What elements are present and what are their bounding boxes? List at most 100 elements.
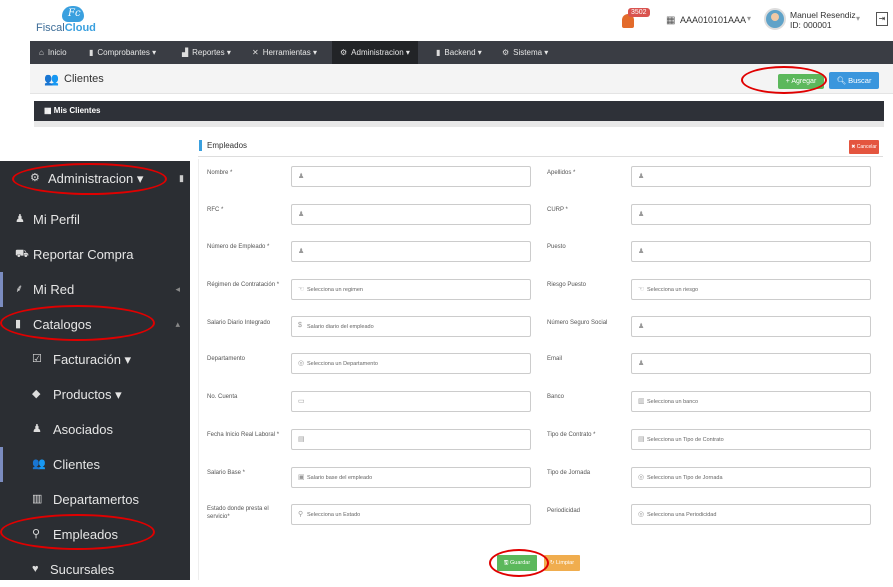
book-icon: ▮ xyxy=(179,173,184,183)
sidebar-item-sucursales[interactable]: ♥ Sucursales xyxy=(0,552,190,587)
regimen-label: Régimen de Contratación * xyxy=(207,282,280,288)
tipo-contrato-select[interactable]: ▤ Selecciona un Tipo de Contrato xyxy=(631,429,871,450)
user-icon: ♟ xyxy=(32,423,42,435)
gears-icon: ⚙ xyxy=(502,48,510,57)
salario-base-field[interactable]: ▣ Salario base del empleado xyxy=(291,467,531,488)
pointer-icon: ☜ xyxy=(638,286,645,293)
nav-item-reportes[interactable]: ▟ Reportes ▾ xyxy=(182,41,231,64)
user-menu[interactable]: Manuel Resendiz ID: 000001 xyxy=(790,10,856,30)
tools-icon: ✕ xyxy=(252,48,259,57)
page-title: Clientes xyxy=(64,73,104,85)
numero-empleado-field[interactable]: ♟ xyxy=(291,241,531,262)
user-icon: ♟ xyxy=(638,211,645,218)
estado-select[interactable]: ⚲ Selecciona un Estado xyxy=(291,504,531,525)
departamento-select[interactable]: ◎ Selecciona un Departamento xyxy=(291,353,531,374)
sidebar-item-mi-perfil[interactable]: ♟ Mi Perfil xyxy=(0,202,190,237)
riesgo-puesto-select[interactable]: ☜ Selecciona un riesgo xyxy=(631,279,871,300)
logout-icon[interactable]: ⇥ xyxy=(876,12,888,26)
sidebar-item-catalogos[interactable]: ▮ Catalogos ▴ xyxy=(0,307,190,342)
cogs-icon: ⚙ xyxy=(30,172,40,184)
nav-item-inicio[interactable]: ⌂ Inicio xyxy=(39,41,67,64)
numero-empleado-label: Número de Empleado * xyxy=(207,244,270,250)
doc-icon: ▤ xyxy=(638,436,645,443)
table-icon: ▦ xyxy=(44,106,54,115)
curp-field[interactable]: ♟ xyxy=(631,204,871,225)
user-icon: ♟ xyxy=(298,248,305,255)
nav-item-comprobantes[interactable]: ▮ Comprobantes ▾ xyxy=(89,41,156,64)
guardar-button[interactable]: 🖫 Guardar xyxy=(497,555,537,571)
fecha-inicio-label: Fecha Inicio Real Laboral * xyxy=(207,432,280,438)
user-icon: ♟ xyxy=(298,173,305,180)
fecha-inicio-field[interactable]: ▤ xyxy=(291,429,531,450)
apellidos-label: Apellidos * xyxy=(547,170,576,176)
chart-icon: ▟ xyxy=(182,48,189,57)
mis-clientes-panel-header: ▦ Mis Clientes xyxy=(34,101,884,121)
nombre-label: Nombre * xyxy=(207,170,233,176)
curp-label: CURP * xyxy=(547,207,568,213)
sidebar-item-clientes[interactable]: 👥 Clientes xyxy=(0,447,190,482)
empleados-form: Nombre * ♟ RFC * ♟ Número de Empleado * … xyxy=(198,159,883,580)
no-cuenta-field[interactable]: ▭ xyxy=(291,391,531,412)
sidebar-item-facturacion[interactable]: ☑ Facturación ▾ xyxy=(0,342,190,377)
banco-select[interactable]: ▥ Selecciona un banco xyxy=(631,391,871,412)
apellidos-field[interactable]: ♟ xyxy=(631,166,871,187)
pointer-icon: ☜ xyxy=(298,286,305,293)
limpiar-button[interactable]: ↻ Limpiar xyxy=(544,555,580,571)
cart-icon: ⛟ xyxy=(15,248,29,260)
fiscalcloud-logo[interactable]: Fc FiscalCloud xyxy=(36,6,116,36)
search-icon: 🔍︎ xyxy=(836,76,849,85)
sidebar-item-mi-red[interactable]: ⸙ Mi Red ◂ xyxy=(0,272,190,307)
tipo-contrato-label: Tipo de Contrato * xyxy=(547,432,596,438)
email-field[interactable]: ♟ xyxy=(631,353,871,374)
bank-icon: ▥ xyxy=(638,398,645,405)
sidebar-item-reportar-compra[interactable]: ⛟ Reportar Compra xyxy=(0,237,190,272)
nss-label: Número Seguro Social xyxy=(547,320,608,326)
rfc-label[interactable]: AAA010101AAA xyxy=(680,15,746,25)
accent-bar xyxy=(199,140,202,151)
user-icon: ♟ xyxy=(638,248,645,255)
nss-field[interactable]: ♟ xyxy=(631,316,871,337)
salario-base-label: Salario Base * xyxy=(207,470,246,476)
cancelar-button[interactable]: ✖ Cancelar xyxy=(849,140,879,154)
sidebar-item-empleados[interactable]: ⚲ Empleados xyxy=(0,517,190,552)
sidebar-item-productos[interactable]: ◆ Productos ▾ xyxy=(0,377,190,412)
empleados-panel-header: Empleados ✖ Cancelar xyxy=(198,137,883,157)
nav-item-herramientas[interactable]: ✕ Herramientas ▾ xyxy=(252,41,317,64)
nav-item-administracion[interactable]: ⚙ Administracion ▾ xyxy=(332,41,418,64)
users-icon: 👥 xyxy=(32,458,46,470)
email-label: Email xyxy=(547,356,563,362)
chevron-down-icon[interactable]: ▾ xyxy=(856,14,860,23)
no-cuenta-label: No. Cuenta xyxy=(207,394,238,400)
tipo-jornada-select[interactable]: ◎ Selecciona un Tipo de Jornada xyxy=(631,467,871,488)
sidebar: ⚙ Administracion ▾ ▮ ♟ Mi Perfil ⛟ Repor… xyxy=(0,161,190,580)
invoice-icon: ☑ xyxy=(32,353,42,365)
nav-item-sistema[interactable]: ⚙ Sistema ▾ xyxy=(502,41,548,64)
page-header: 👥 Clientes + Agregar 🔍︎ Buscar xyxy=(30,64,893,94)
users-icon: 👥 xyxy=(44,72,59,86)
riesgo-puesto-label: Riesgo Puesto xyxy=(547,282,587,288)
nav-item-backend[interactable]: ▮ Backend ▾ xyxy=(436,41,482,64)
network-icon: ⸙ xyxy=(15,283,24,295)
puesto-field[interactable]: ♟ xyxy=(631,241,871,262)
regimen-select[interactable]: ☜ Selecciona un regimen xyxy=(291,279,531,300)
sidebar-item-asociados[interactable]: ♟ Asociados xyxy=(0,412,190,447)
building-icon: ▥ xyxy=(32,493,43,505)
circle-icon: ◎ xyxy=(298,360,305,367)
circle-icon: ◎ xyxy=(638,511,645,518)
notification-badge: 3502 xyxy=(628,8,650,17)
sidebar-item-departamentos[interactable]: ▥ Departamertos xyxy=(0,482,190,517)
cogs-icon: ⚙ xyxy=(340,48,348,57)
home-icon: ⌂ xyxy=(39,48,44,57)
avatar[interactable] xyxy=(764,8,786,30)
salario-diario-field[interactable]: $ Salario diario del empleado xyxy=(291,316,531,337)
periodicidad-select[interactable]: ◎ Selecciona una Periodicidad xyxy=(631,504,871,525)
sidebar-item-administracion[interactable]: ⚙ Administracion ▾ ▮ xyxy=(0,161,190,196)
agregar-button[interactable]: + Agregar xyxy=(778,74,824,89)
user-icon: ♟ xyxy=(638,173,645,180)
buscar-button[interactable]: 🔍︎ Buscar xyxy=(829,72,879,89)
rfc-label: RFC * xyxy=(207,207,224,213)
nombre-field[interactable]: ♟ xyxy=(291,166,531,187)
chevron-down-icon[interactable]: ▾ xyxy=(747,14,751,23)
chevron-up-icon: ▴ xyxy=(175,319,180,329)
rfc-field[interactable]: ♟ xyxy=(291,204,531,225)
